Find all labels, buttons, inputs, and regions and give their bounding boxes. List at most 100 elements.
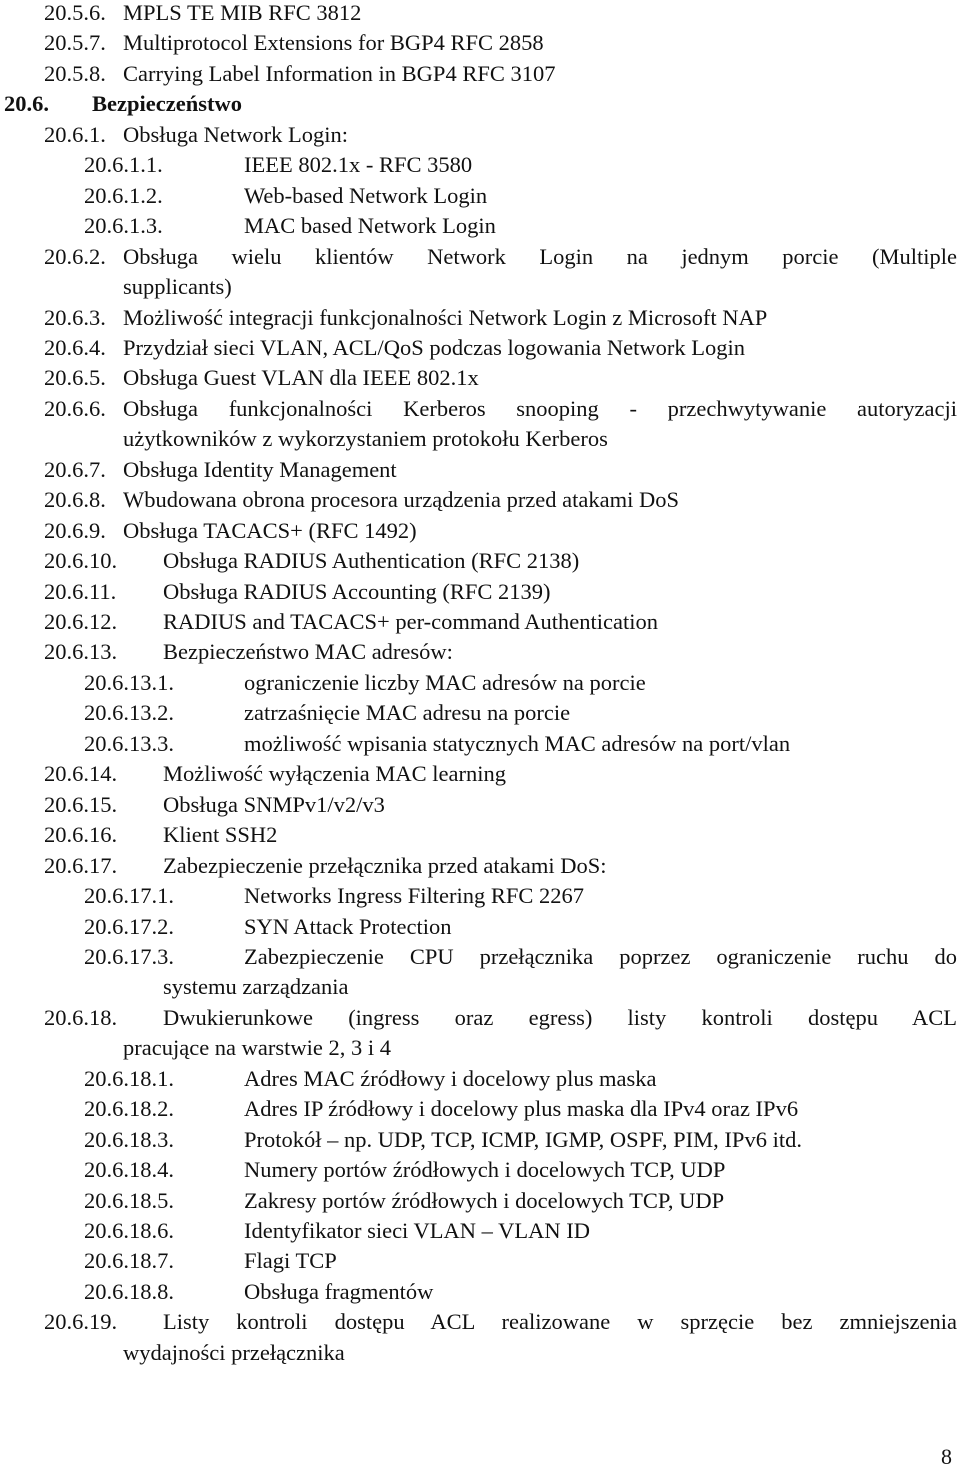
outline-item: 20.6.11. Obsługa RADIUS Accounting (RFC 2… bbox=[0, 577, 960, 607]
outline-item-text: ograniczenie liczby MAC adresów na porci… bbox=[244, 669, 646, 695]
outline-item: 20.6.17. Zabezpieczenie przełącznika prze… bbox=[0, 851, 960, 881]
outline-item: 20.6.13.1. ograniczenie liczby MAC adresó… bbox=[0, 668, 960, 698]
outline-item-text: Multiprotocol Extensions for BGP4 RFC 28… bbox=[123, 30, 544, 56]
outline-item-number: 20.5.8. bbox=[44, 60, 106, 86]
outline-item-text: Identyfikator sieci VLAN – VLAN ID bbox=[244, 1218, 590, 1243]
outline-item: 20.6.8. Wbudowana obrona procesora urządz… bbox=[0, 485, 960, 515]
outline-item-number: 20.6.3. bbox=[44, 304, 106, 330]
outline-item-number: 20.6.11. bbox=[44, 578, 117, 604]
outline-item-number: 20.6.1.3. bbox=[84, 213, 163, 239]
outline-item-text: Klient SSH2 bbox=[163, 822, 278, 848]
outline-item: 20.6.19. Listy kontroli dostępu ACL reali… bbox=[0, 1307, 960, 1337]
outline-item-number: 20.6.17. bbox=[44, 852, 118, 878]
outline-item: 20.6.2. Obsługa wielu klientów Network Lo… bbox=[0, 242, 960, 272]
outline-item-number: 20.6.13.3. bbox=[84, 730, 174, 756]
outline-item: 20.6.13.3. możliwość wpisania statycznych… bbox=[0, 729, 960, 759]
outline-item-number: 20.6.6. bbox=[44, 395, 106, 421]
outline-item-text: MAC based Network Login bbox=[244, 213, 496, 239]
outline-item-text: Obsługa Identity Management bbox=[123, 456, 397, 482]
outline-item-number: 20.6.2. bbox=[44, 243, 106, 269]
outline-item-text: Możliwość integracji funkcjonalności Net… bbox=[123, 304, 768, 330]
outline-item-number: 20.6.16. bbox=[44, 822, 118, 848]
outline-item-text: Zakresy portów źródłowych i docelowych T… bbox=[244, 1187, 725, 1213]
outline-item-text: pracujące na warstwie 2, 3 i 4 bbox=[123, 1035, 392, 1061]
outline-item-number: 20.6.15. bbox=[44, 791, 118, 817]
outline-item-continuation: systemu zarządzania bbox=[0, 972, 960, 1002]
outline-item: 20.6. Bezpieczeństwo bbox=[0, 89, 960, 119]
outline-item-text: Numery portów źródłowych i docelowych TC… bbox=[244, 1157, 726, 1183]
outline-item: 20.6.5. Obsługa Guest VLAN dla IEEE 802.1… bbox=[0, 363, 960, 393]
outline-item-number: 20.6.4. bbox=[44, 334, 106, 360]
outline-item-number: 20.6.18.6. bbox=[84, 1218, 174, 1243]
outline-item-text: Obsługa Guest VLAN dla IEEE 802.1x bbox=[123, 365, 479, 391]
outline-item-number: 20.6.7. bbox=[44, 456, 106, 482]
outline-item: 20.6.7. Obsługa Identity Management bbox=[0, 455, 960, 485]
outline-item-text: Obsługa wielu klientów Network Login na … bbox=[123, 243, 957, 269]
outline-item: 20.6.18. Dwukierunkowe (ingress oraz egre… bbox=[0, 1003, 960, 1033]
outline-item-text: Obsługa fragmentów bbox=[244, 1278, 434, 1304]
outline-item-text: Networks Ingress Filtering RFC 2267 bbox=[244, 883, 584, 909]
outline-item-text: Możliwość wyłączenia MAC learning bbox=[163, 761, 507, 787]
outline-item: 20.6.18.8. Obsługa fragmentów bbox=[0, 1277, 960, 1307]
outline-item-text: Obsługa funkcjonalności Kerberos snoopin… bbox=[123, 395, 957, 421]
outline-item: 20.6.17.3. Zabezpieczenie CPU przełącznik… bbox=[0, 942, 960, 972]
outline-item-number: 20.6.13.1. bbox=[84, 669, 174, 695]
outline-item: 20.6.1.3. MAC based Network Login bbox=[0, 211, 960, 241]
outline-item-text: SYN Attack Protection bbox=[244, 913, 452, 939]
outline-item: 20.6.17.1. Networks Ingress Filtering RFC… bbox=[0, 881, 960, 911]
outline-item: 20.6.3. Możliwość integracji funkcjonalno… bbox=[0, 303, 960, 333]
outline-item-text: Listy kontroli dostępu ACL realizowane w… bbox=[163, 1309, 957, 1335]
outline-item-number: 20.6.18.2. bbox=[84, 1096, 174, 1122]
outline-item-number: 20.6.18.4. bbox=[84, 1157, 174, 1183]
outline-item: 20.6.13. Bezpieczeństwo MAC adresów: bbox=[0, 637, 960, 667]
outline-item-text: Bezpieczeństwo bbox=[92, 91, 242, 117]
outline-item: 20.6.18.2. Adres IP źródłowy i docelowy p… bbox=[0, 1094, 960, 1124]
outline-item-text: Zabezpieczenie przełącznika przed atakam… bbox=[163, 852, 607, 878]
outline-item-number: 20.6.13. bbox=[44, 639, 118, 665]
outline-item: 20.5.8. Carrying Label Information in BGP… bbox=[0, 59, 960, 89]
outline-item-number: 20.6.1.1. bbox=[84, 152, 163, 178]
outline-item-number: 20.6.9. bbox=[44, 517, 106, 543]
outline-item-number: 20.6.18.3. bbox=[84, 1126, 174, 1152]
outline-item-text: Obsługa RADIUS Authentication (RFC 2138) bbox=[163, 548, 580, 574]
outline-item: 20.6.13.2. zatrzaśnięcie MAC adresu na po… bbox=[0, 698, 960, 728]
outline-item-number: 20.6. bbox=[4, 91, 49, 117]
outline-item-text: Dwukierunkowe (ingress oraz egress) list… bbox=[163, 1004, 957, 1030]
page-number: 8 bbox=[941, 1444, 952, 1469]
outline-item: 20.6.18.4. Numery portów źródłowych i doc… bbox=[0, 1155, 960, 1185]
outline-item-text: supplicants) bbox=[123, 274, 232, 300]
outline-item-number: 20.6.1. bbox=[44, 121, 106, 147]
outline-item-text: Adres IP źródłowy i docelowy plus maska … bbox=[244, 1096, 799, 1122]
outline-item-number: 20.6.8. bbox=[44, 487, 106, 513]
outline-item: 20.6.15. Obsługa SNMPv1/v2/v3 bbox=[0, 790, 960, 820]
outline-item-number: 20.6.17.2. bbox=[84, 913, 174, 939]
outline-item-number: 20.6.1.2. bbox=[84, 182, 163, 208]
outline-item-continuation: użytkowników z wykorzystaniem protokołu … bbox=[0, 424, 960, 454]
outline-item: 20.6.10. Obsługa RADIUS Authentication (R… bbox=[0, 546, 960, 576]
outline-item-text: Adres MAC źródłowy i docelowy plus maska bbox=[244, 1065, 657, 1091]
outline-item-number: 20.6.19. bbox=[44, 1309, 118, 1335]
outline-item-number: 20.6.13.2. bbox=[84, 700, 174, 726]
outline-item: 20.6.18.1. Adres MAC źródłowy i docelowy … bbox=[0, 1064, 960, 1094]
outline-item-text: zatrzaśnięcie MAC adresu na porcie bbox=[244, 700, 571, 726]
outline-item-number: 20.6.12. bbox=[44, 609, 118, 634]
outline-item: 20.6.4. Przydział sieci VLAN, ACL/QoS pod… bbox=[0, 333, 960, 363]
outline-item-text: Obsługa TACACS+ (RFC 1492) bbox=[123, 517, 417, 543]
outline-item-text: Obsługa Network Login: bbox=[123, 121, 348, 147]
outline-item-text: Zabezpieczenie CPU przełącznika poprzez … bbox=[244, 943, 957, 969]
outline-item-text: systemu zarządzania bbox=[163, 974, 349, 1000]
outline-item: 20.6.6. Obsługa funkcjonalności Kerberos … bbox=[0, 394, 960, 424]
outline-item-number: 20.6.18. bbox=[44, 1004, 118, 1030]
outline-item-number: 20.6.18.7. bbox=[84, 1248, 174, 1274]
outline-item: 20.6.18.5. Zakresy portów źródłowych i do… bbox=[0, 1186, 960, 1216]
outline-item: 20.6.14. Możliwość wyłączenia MAC learnin… bbox=[0, 759, 960, 789]
outline-item-number: 20.6.17.3. bbox=[84, 943, 174, 969]
outline-item-text: RADIUS and TACACS+ per-command Authentic… bbox=[163, 609, 658, 634]
outline-item: 20.6.18.7. Flagi TCP bbox=[0, 1246, 960, 1276]
outline-item: 20.5.6. MPLS TE MIB RFC 3812 bbox=[0, 0, 960, 28]
outline-item-text: wydajności przełącznika bbox=[123, 1339, 345, 1365]
outline-item: 20.6.18.3. Protokół – np. UDP, TCP, ICMP,… bbox=[0, 1125, 960, 1155]
outline-item-continuation: supplicants) bbox=[0, 272, 960, 302]
outline-item-number: 20.6.18.1. bbox=[84, 1065, 174, 1091]
outline-item-text: możliwość wpisania statycznych MAC adres… bbox=[244, 730, 791, 756]
